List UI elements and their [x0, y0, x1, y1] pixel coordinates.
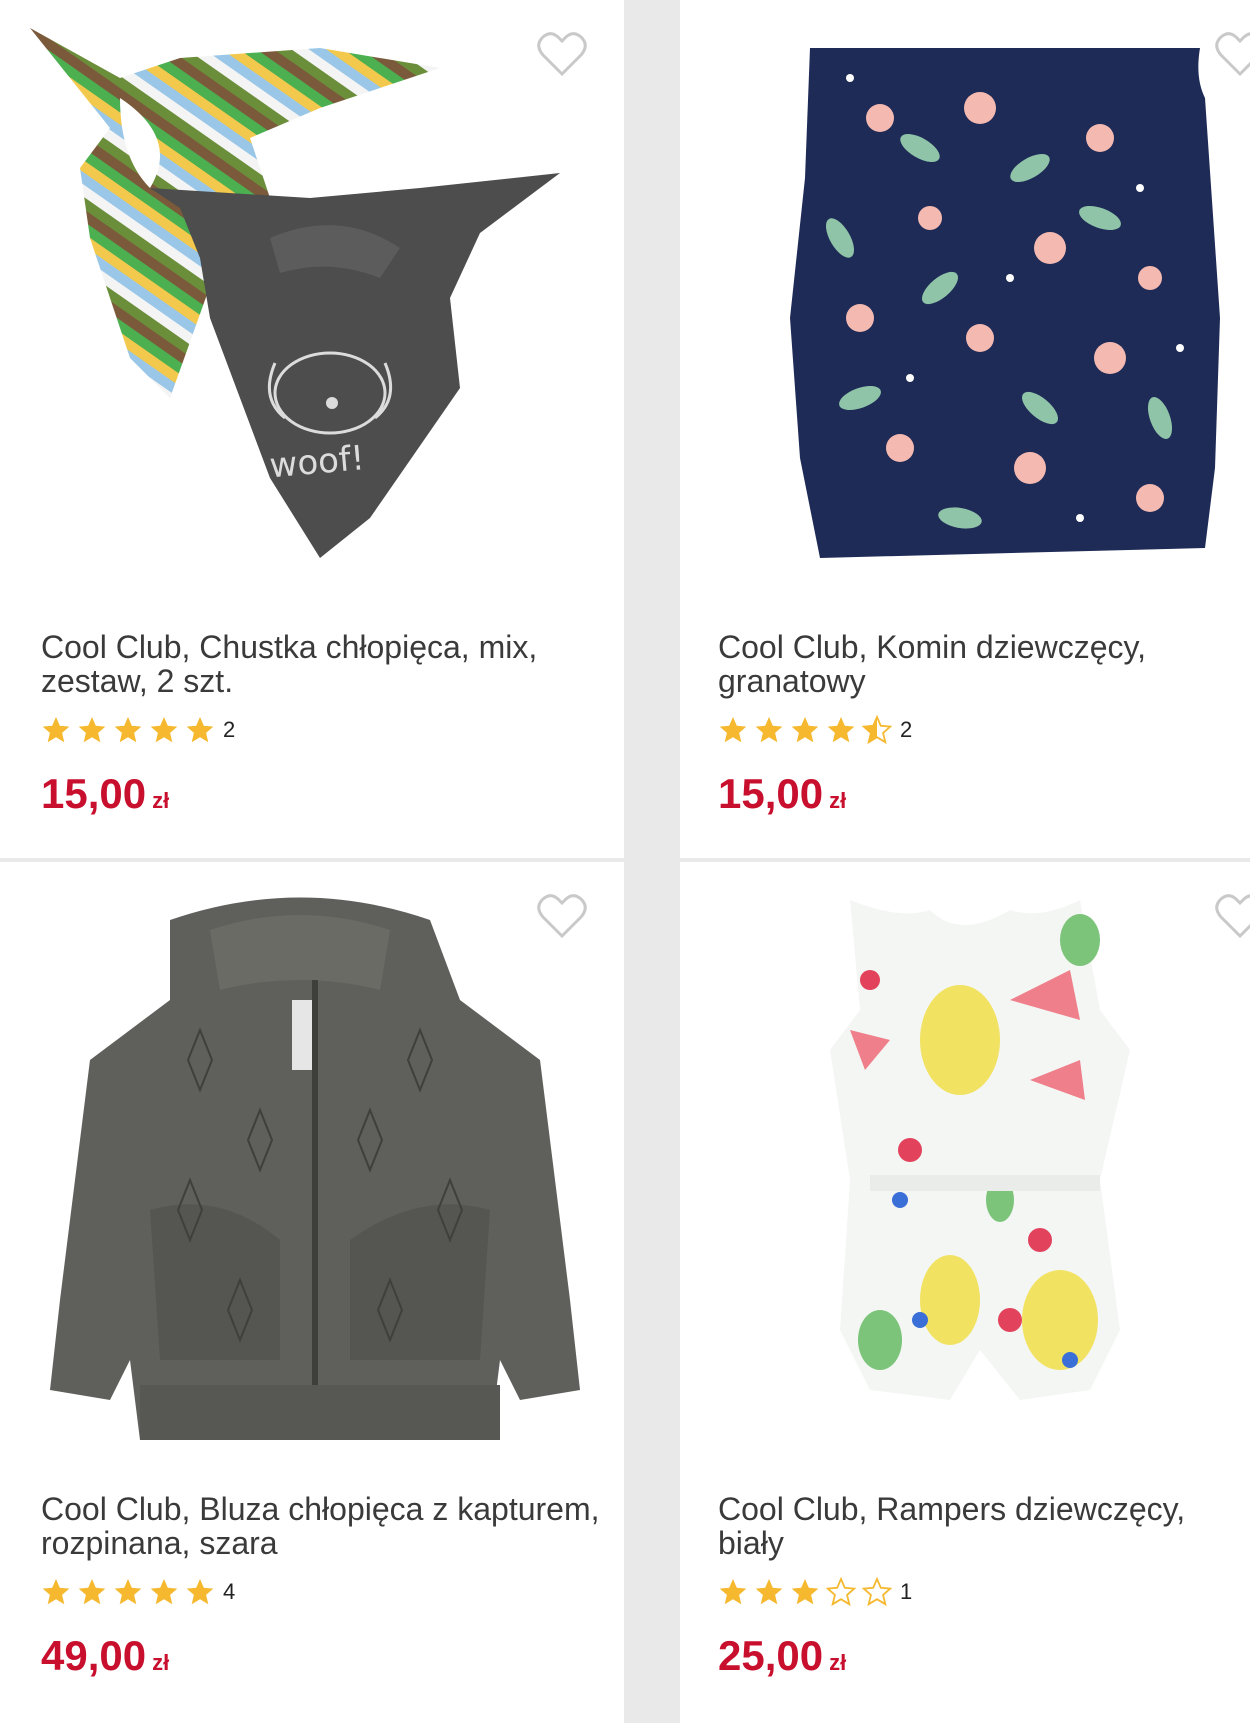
star-filled-icon [826, 715, 856, 745]
price-amount: 25,00 [718, 1632, 824, 1679]
star-filled-icon [790, 715, 820, 745]
grey-hoodie-image [50, 897, 580, 1440]
star-filled-icon [41, 715, 71, 745]
star-empty-icon [862, 1577, 892, 1607]
fruit-romper-image [830, 900, 1130, 1400]
star-filled-icon [149, 1577, 179, 1607]
product-card[interactable]: Cool Club, Rampers dziewczęcy, biały 1 2… [680, 862, 1250, 1723]
product-title[interactable]: Cool Club, Bluza chłopięca z kapturem, r… [41, 1492, 601, 1560]
star-filled-icon [185, 715, 215, 745]
review-count: 1 [900, 1579, 913, 1604]
price-amount: 49,00 [41, 1632, 147, 1679]
star-filled-icon [718, 1577, 748, 1607]
star-half-icon [862, 715, 892, 745]
product-card[interactable]: Cool Club, Bluza chłopięca z kapturem, r… [0, 862, 624, 1723]
product-price: 25,00 zł [718, 1632, 846, 1680]
price-amount: 15,00 [41, 770, 147, 817]
star-filled-icon [77, 1577, 107, 1607]
star-filled-icon [754, 715, 784, 745]
review-count: 2 [223, 717, 236, 742]
star-filled-icon [754, 1577, 784, 1607]
product-title[interactable]: Cool Club, Chustka chłopięca, mix, zesta… [41, 630, 601, 698]
star-filled-icon [113, 715, 143, 745]
star-filled-icon [77, 715, 107, 745]
star-filled-icon [41, 1577, 71, 1607]
product-card[interactable]: Cool Club, Komin dziewczęcy, granatowy 2… [680, 0, 1250, 858]
product-image[interactable] [680, 18, 1250, 588]
product-image[interactable] [20, 880, 620, 1450]
product-image[interactable]: woof! [20, 18, 620, 588]
rating-stars: 2 [718, 713, 912, 747]
price-currency: zł [829, 788, 847, 813]
star-empty-icon [826, 1577, 856, 1607]
star-filled-icon [185, 1577, 215, 1607]
product-price: 15,00 zł [718, 770, 846, 818]
star-filled-icon [718, 715, 748, 745]
floral-snood-image [790, 48, 1220, 558]
price-currency: zł [829, 1650, 847, 1675]
rating-stars: 2 [41, 713, 235, 747]
star-filled-icon [149, 715, 179, 745]
rating-stars: 4 [41, 1575, 235, 1609]
star-filled-icon [790, 1577, 820, 1607]
favorite-heart-icon[interactable] [1214, 30, 1250, 78]
rating-stars: 1 [718, 1575, 912, 1609]
product-grid: woof! Cool Club, Chustka chłopięca, mix,… [0, 0, 1250, 1723]
price-amount: 15,00 [718, 770, 824, 817]
product-title[interactable]: Cool Club, Komin dziewczęcy, granatowy [718, 630, 1238, 698]
favorite-heart-icon[interactable] [1214, 892, 1250, 940]
favorite-heart-icon[interactable] [536, 30, 588, 78]
product-price: 15,00 zł [41, 770, 169, 818]
product-price: 49,00 zł [41, 1632, 169, 1680]
price-currency: zł [152, 788, 170, 813]
review-count: 4 [223, 1579, 236, 1604]
star-filled-icon [113, 1577, 143, 1607]
favorite-heart-icon[interactable] [536, 892, 588, 940]
bandana-set-image: woof! [30, 28, 560, 558]
woof-print-text: woof! [268, 438, 366, 486]
product-image[interactable] [680, 880, 1250, 1450]
product-title[interactable]: Cool Club, Rampers dziewczęcy, biały [718, 1492, 1238, 1560]
price-currency: zł [152, 1650, 170, 1675]
review-count: 2 [900, 717, 913, 742]
product-card[interactable]: woof! Cool Club, Chustka chłopięca, mix,… [0, 0, 624, 858]
